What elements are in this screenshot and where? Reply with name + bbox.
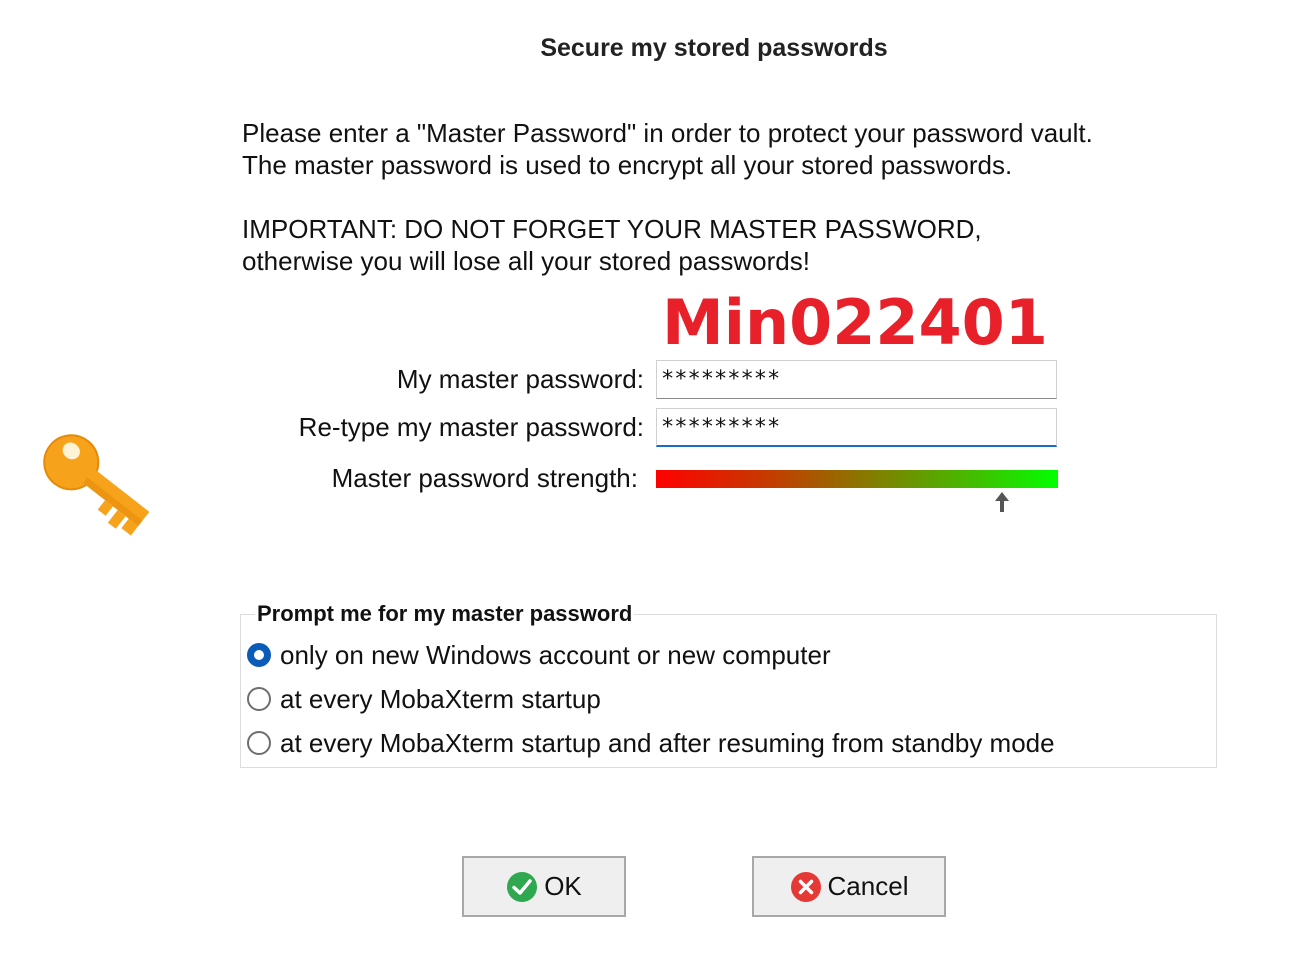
radio-new-account-option[interactable]: only on new Windows account or new compu…: [247, 640, 831, 670]
master-password-dialog: Secure my stored passwords Please enter …: [0, 0, 1314, 978]
description-line-1: Please enter a "Master Password" in orde…: [242, 118, 1093, 148]
radio-button-checked[interactable]: [247, 643, 271, 667]
radio-label: at every MobaXterm startup and after res…: [280, 727, 1055, 758]
radio-label: at every MobaXterm startup: [280, 683, 601, 714]
master-password-input[interactable]: [656, 360, 1057, 399]
ok-button[interactable]: OK: [462, 856, 626, 917]
radio-button[interactable]: [247, 687, 271, 711]
cancel-button-label: Cancel: [827, 871, 909, 901]
password-annotation: Min022401: [662, 286, 1048, 359]
master-password-label: My master password:: [396, 364, 644, 394]
radio-label: only on new Windows account or new compu…: [280, 639, 831, 670]
retype-password-input[interactable]: [656, 408, 1057, 447]
radio-button[interactable]: [247, 731, 271, 755]
ok-button-label: OK: [544, 871, 582, 901]
radio-every-startup-option[interactable]: at every MobaXterm startup: [247, 684, 601, 714]
cancel-button[interactable]: Cancel: [752, 856, 946, 917]
arrow-up-icon: [994, 492, 1009, 512]
important-warning-line-2: otherwise you will lose all your stored …: [242, 246, 810, 276]
key-icon: [43, 434, 150, 536]
password-strength-label: Master password strength:: [331, 463, 638, 493]
radio-startup-and-standby-option[interactable]: at every MobaXterm startup and after res…: [247, 728, 1055, 758]
dialog-title: Secure my stored passwords: [540, 34, 888, 62]
x-circle-icon: [790, 871, 821, 902]
prompt-group-legend: Prompt me for my master password: [255, 601, 635, 627]
important-warning-line-1: IMPORTANT: DO NOT FORGET YOUR MASTER PAS…: [242, 214, 982, 244]
retype-password-label: Re-type my master password:: [298, 412, 644, 442]
check-circle-icon: [507, 871, 538, 902]
description-line-2: The master password is used to encrypt a…: [242, 150, 1013, 180]
password-strength-meter: [656, 470, 1058, 488]
